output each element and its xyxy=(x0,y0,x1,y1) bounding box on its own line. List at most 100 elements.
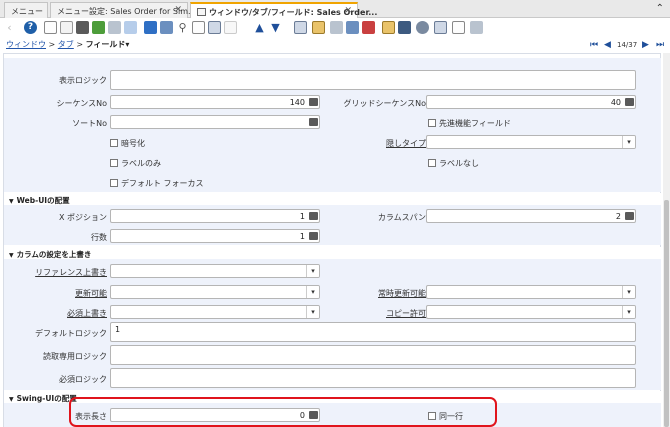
mandatory-override-select[interactable]: ▾ xyxy=(110,305,320,319)
calculator-icon[interactable] xyxy=(309,212,318,220)
calculator-icon[interactable] xyxy=(309,118,318,126)
chevron-down-icon[interactable]: ▾ xyxy=(622,136,635,148)
close-icon[interactable]: ✕ xyxy=(174,5,182,15)
x-position-value: 1 xyxy=(299,212,305,221)
breadcrumb-current[interactable]: フィールド▾ xyxy=(86,40,130,49)
checkbox-box[interactable] xyxy=(110,179,118,187)
exit-icon[interactable] xyxy=(470,21,483,34)
breadcrumb-window-link[interactable]: ウィンドウ xyxy=(6,40,46,49)
default-focus-checkbox[interactable]: デフォルト フォーカス xyxy=(110,178,204,189)
next-record-icon[interactable]: ▼ xyxy=(270,21,281,34)
mandatory-override-label[interactable]: 必須上書き xyxy=(10,308,107,319)
collapse-up-icon[interactable]: ⌃ xyxy=(656,3,664,14)
mandatory-logic-field[interactable] xyxy=(110,368,636,388)
undo-icon[interactable] xyxy=(124,21,137,34)
label-only-checkbox[interactable]: ラベルのみ xyxy=(110,158,161,169)
rows-value: 1 xyxy=(299,232,305,241)
collapse-triangle-icon[interactable]: ▼ xyxy=(9,198,14,205)
copy-record-icon[interactable] xyxy=(60,21,73,34)
reference-override-label[interactable]: リファレンス上書き xyxy=(10,267,107,278)
checkbox-box[interactable] xyxy=(110,139,118,147)
display-logic-field[interactable] xyxy=(110,70,636,90)
tab-menu-setup[interactable]: メニュー設定: Sales Order for Sim... ✕ xyxy=(50,2,196,18)
calculator-icon[interactable] xyxy=(625,212,634,220)
print-preview-icon[interactable] xyxy=(330,21,343,34)
first-record-icon[interactable]: ⏮ xyxy=(590,40,598,50)
always-updatable-select[interactable]: ▾ xyxy=(426,285,636,299)
calculator-icon[interactable] xyxy=(625,98,634,106)
collapse-triangle-icon[interactable]: ▼ xyxy=(9,396,14,403)
column-override-title: カラムの設定を上書き xyxy=(16,250,92,259)
find-icon[interactable] xyxy=(160,21,173,34)
chevron-down-icon[interactable]: ▾ xyxy=(622,306,635,318)
save-icon[interactable] xyxy=(92,21,105,34)
new-record-icon[interactable] xyxy=(44,21,57,34)
collapse-triangle-icon[interactable]: ▼ xyxy=(9,252,14,259)
sequence-field[interactable]: 140 xyxy=(110,95,320,109)
tab-window-tab-field[interactable]: ウィンドウ/タブ/フィールド: Sales Order... ✕ xyxy=(190,2,377,19)
advanced-field-checkbox[interactable]: 先進機能フィールド xyxy=(428,118,511,129)
workflow-icon[interactable] xyxy=(362,21,375,34)
history-icon[interactable] xyxy=(224,21,237,34)
toolbar: ‹ ? ⚲ ▲ ▼ xyxy=(0,18,670,37)
close-icon[interactable]: ✕ xyxy=(344,6,352,16)
checkbox-box[interactable] xyxy=(428,159,436,167)
readonly-logic-field[interactable] xyxy=(110,345,636,365)
tab-menu[interactable]: メニュー xyxy=(4,2,48,18)
report-icon[interactable] xyxy=(294,21,307,34)
checkbox-box[interactable] xyxy=(110,159,118,167)
checkbox-box[interactable] xyxy=(428,119,436,127)
scrollbar-thumb[interactable] xyxy=(664,200,669,427)
refresh-icon[interactable] xyxy=(144,21,157,34)
chat-icon[interactable] xyxy=(192,21,205,34)
customize-icon[interactable] xyxy=(434,21,447,34)
obscure-type-label[interactable]: 隠しタイプ xyxy=(320,138,426,149)
archive-icon[interactable] xyxy=(312,21,325,34)
help-icon[interactable]: ? xyxy=(24,21,37,34)
web-ui-section-header[interactable]: ▼ Web-UIの配置 xyxy=(4,193,661,205)
obscure-type-select[interactable]: ▾ xyxy=(426,135,636,149)
save-new-icon[interactable] xyxy=(108,21,121,34)
column-span-field[interactable]: 2 xyxy=(426,209,636,223)
grid-toggle-icon[interactable] xyxy=(208,21,221,34)
window-icon xyxy=(197,8,206,16)
back-icon[interactable]: ‹ xyxy=(4,21,15,34)
attachment-icon[interactable]: ⚲ xyxy=(176,21,189,34)
delete-icon[interactable] xyxy=(76,21,89,34)
advanced-field-label: 先進機能フィールド xyxy=(439,119,511,128)
zoom-across-icon[interactable] xyxy=(346,21,359,34)
request-icon[interactable] xyxy=(382,21,395,34)
grid-sequence-value: 40 xyxy=(610,98,621,107)
gear-icon[interactable] xyxy=(416,21,429,34)
x-position-field[interactable]: 1 xyxy=(110,209,320,223)
copy-allowed-label[interactable]: コピー許可 xyxy=(320,308,426,319)
no-label-checkbox[interactable]: ラベルなし xyxy=(428,158,479,169)
sort-no-field[interactable] xyxy=(110,115,320,129)
breadcrumb-tab-link[interactable]: タブ xyxy=(58,40,74,49)
calculator-icon[interactable] xyxy=(309,232,318,240)
next-record-icon[interactable]: ▶ xyxy=(642,40,649,50)
encrypted-checkbox[interactable]: 暗号化 xyxy=(110,138,145,149)
product-info-icon[interactable] xyxy=(398,21,411,34)
chevron-down-icon[interactable]: ▾ xyxy=(306,265,319,277)
previous-record-icon[interactable]: ◀ xyxy=(604,40,611,50)
chevron-down-icon[interactable]: ▾ xyxy=(306,286,319,298)
sequence-label: シーケンスNo xyxy=(56,99,107,108)
chevron-down-icon[interactable]: ▾ xyxy=(622,286,635,298)
tab-window-tab-field-label: ウィンドウ/タブ/フィールド: Sales Order... xyxy=(209,8,378,17)
reference-override-select[interactable]: ▾ xyxy=(110,264,320,278)
x-position-label: X ポジション xyxy=(58,213,107,222)
default-logic-field[interactable]: 1 xyxy=(110,322,636,342)
grid-sequence-field[interactable]: 40 xyxy=(426,95,636,109)
last-record-icon[interactable]: ⏭ xyxy=(656,40,664,50)
always-updatable-label[interactable]: 常時更新可能 xyxy=(320,288,426,299)
import-icon[interactable] xyxy=(452,21,465,34)
previous-record-icon[interactable]: ▲ xyxy=(254,21,265,34)
copy-allowed-select[interactable]: ▾ xyxy=(426,305,636,319)
updatable-label[interactable]: 更新可能 xyxy=(10,288,107,299)
updatable-select[interactable]: ▾ xyxy=(110,285,320,299)
calculator-icon[interactable] xyxy=(309,98,318,106)
rows-field[interactable]: 1 xyxy=(110,229,320,243)
column-override-section-header[interactable]: ▼ カラムの設定を上書き xyxy=(4,247,661,259)
chevron-down-icon[interactable]: ▾ xyxy=(306,306,319,318)
